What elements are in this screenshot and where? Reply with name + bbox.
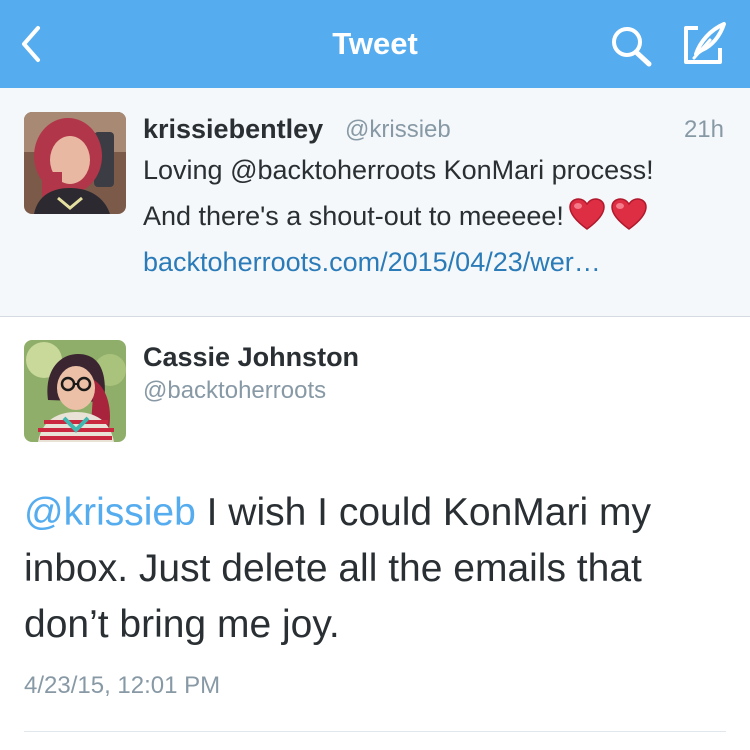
compose-button[interactable] [680,20,730,68]
tweet-time: 21h [683,116,724,143]
tweet-text-segment: And there's a shout-out to meeeee! [143,201,564,231]
avatar[interactable] [24,112,126,214]
search-icon [612,27,652,67]
tweet-text: @krissieb I wish I could KonMari my inbo… [24,485,724,653]
heart-icon [610,197,648,245]
profile-photo [24,112,126,214]
divider [24,731,726,732]
author-handle[interactable]: @backtoherroots [143,374,326,408]
heart-icon [568,197,606,245]
tweet-text: Loving @backtoherroots KonMari process! … [143,147,728,245]
author-name[interactable]: Cassie Johnston [143,340,359,374]
nav-bar: Tweet [0,0,750,88]
author-handle[interactable]: @krissieb [345,113,451,147]
tweet-text-line: And there's a shout-out to meeeee! [143,193,728,245]
search-button[interactable] [608,24,656,68]
tweet-text-line: Loving @backtoherroots KonMari process! [143,155,654,185]
tweet-timestamp: 4/23/15, 12:01 PM [24,672,221,699]
previous-tweet[interactable]: krissiebentley @krissieb 21h Loving @bac… [0,88,750,317]
author-name[interactable]: krissiebentley [143,112,323,146]
tweet-link[interactable]: backtoherroots.com/2015/04/23/wer… [143,239,601,285]
compose-icon [684,22,726,64]
avatar[interactable] [24,340,126,442]
mention-link[interactable]: @krissieb [24,491,196,534]
profile-photo [24,340,126,442]
